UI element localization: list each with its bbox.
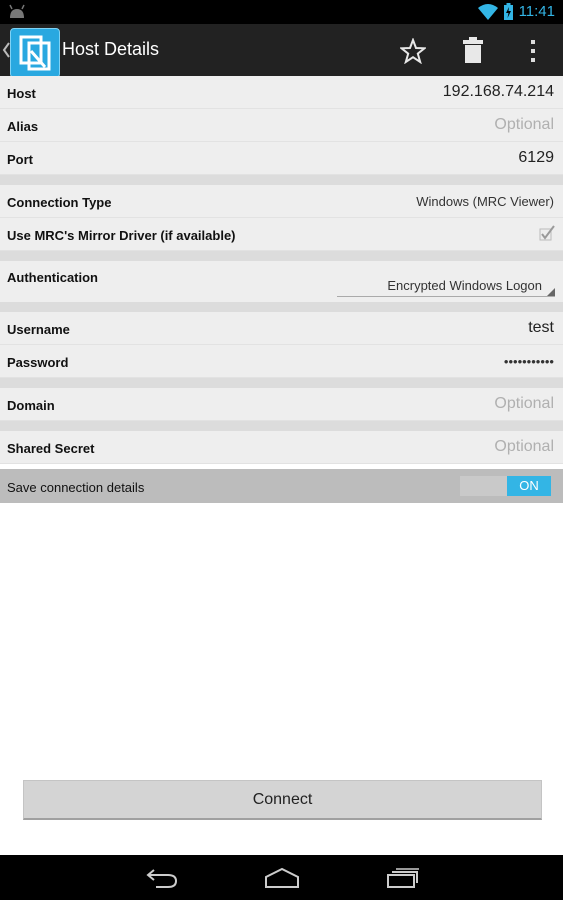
port-label: Port	[7, 152, 33, 167]
section-divider	[0, 421, 563, 431]
battery-icon	[504, 3, 513, 20]
password-input[interactable]: •••••••••••	[504, 354, 554, 369]
connection-type-value[interactable]: Windows (MRC Viewer)	[416, 194, 554, 209]
domain-input[interactable]: Optional	[494, 395, 554, 413]
save-details-toggle[interactable]: ON	[460, 476, 551, 496]
wifi-icon	[478, 4, 498, 20]
recent-apps-icon[interactable]	[386, 867, 420, 889]
section-divider	[0, 251, 563, 261]
shared-secret-label: Shared Secret	[7, 441, 95, 456]
domain-row[interactable]: Domain Optional	[0, 388, 563, 421]
mirror-driver-row[interactable]: Use MRC's Mirror Driver (if available)	[0, 218, 563, 251]
alias-row[interactable]: Alias Optional	[0, 109, 563, 142]
back-chevron-icon[interactable]	[2, 40, 10, 60]
mirror-driver-label: Use MRC's Mirror Driver (if available)	[7, 228, 236, 243]
username-row[interactable]: Username test	[0, 312, 563, 345]
port-input[interactable]: 6129	[518, 149, 554, 167]
navigation-bar	[0, 855, 563, 900]
section-divider	[0, 302, 563, 312]
shared-secret-input[interactable]: Optional	[494, 438, 554, 456]
status-bar: 11:41	[0, 0, 563, 24]
host-label: Host	[7, 86, 36, 101]
star-icon[interactable]	[400, 38, 426, 64]
action-bar: Host Details	[0, 24, 563, 78]
connection-type-row[interactable]: Connection Type Windows (MRC Viewer)	[0, 185, 563, 218]
host-details-form: Host 192.168.74.214 Alias Optional Port …	[0, 76, 563, 464]
back-icon[interactable]	[146, 867, 178, 889]
save-details-row: Save connection details ON	[0, 469, 563, 503]
trash-icon[interactable]	[462, 37, 484, 63]
password-label: Password	[7, 355, 69, 370]
app-icon[interactable]	[10, 28, 60, 78]
shared-secret-row[interactable]: Shared Secret Optional	[0, 431, 563, 464]
password-row[interactable]: Password •••••••••••	[0, 345, 563, 378]
dropdown-triangle-icon	[547, 288, 555, 296]
username-label: Username	[7, 322, 70, 337]
connect-button[interactable]: Connect	[23, 780, 542, 820]
alias-label: Alias	[7, 119, 39, 134]
authentication-row: Authentication Encrypted Windows Logon	[0, 261, 563, 302]
save-details-label: Save connection details	[7, 480, 145, 495]
android-notification-icon	[9, 4, 25, 18]
domain-label: Domain	[7, 398, 55, 413]
section-divider	[0, 378, 563, 388]
authentication-label: Authentication	[7, 270, 98, 285]
host-row[interactable]: Host 192.168.74.214	[0, 76, 563, 109]
alias-input[interactable]: Optional	[494, 116, 554, 134]
mirror-driver-checkbox[interactable]	[539, 225, 555, 241]
authentication-dropdown[interactable]: Encrypted Windows Logon	[337, 277, 555, 297]
port-row[interactable]: Port 6129	[0, 142, 563, 175]
clock: 11:41	[518, 3, 555, 20]
overflow-menu-icon[interactable]	[529, 38, 537, 64]
page-title: Host Details	[62, 39, 160, 59]
section-divider	[0, 175, 563, 185]
connection-type-label: Connection Type	[7, 195, 112, 210]
username-input[interactable]: test	[528, 319, 554, 337]
authentication-value: Encrypted Windows Logon	[387, 278, 542, 293]
home-icon[interactable]	[264, 867, 300, 889]
host-input[interactable]: 192.168.74.214	[443, 83, 554, 101]
toggle-on-thumb: ON	[507, 476, 551, 496]
